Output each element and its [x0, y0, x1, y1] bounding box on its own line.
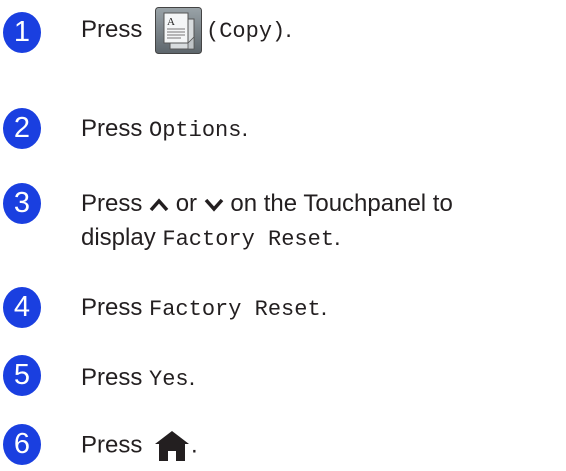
step-2-text: Press Options.	[81, 114, 248, 146]
period: .	[334, 224, 341, 251]
press-label: Press	[81, 364, 143, 391]
period: .	[320, 294, 328, 321]
options-code: Options	[149, 118, 242, 143]
step-number-badge: 6	[3, 424, 41, 465]
step-1-text: Press A (Copy).	[81, 5, 292, 57]
or-label: or	[175, 190, 198, 217]
svg-text:A: A	[167, 16, 175, 28]
copy-label: (Copy)	[206, 19, 286, 44]
step-number-badge: 3	[3, 183, 41, 224]
yes-code: Yes	[149, 367, 189, 392]
factory-reset-code: Factory Reset	[149, 297, 321, 322]
copy-icon: A	[155, 7, 203, 55]
step-4-text: Press Factory Reset.	[81, 293, 327, 325]
chevron-up-icon	[149, 190, 169, 220]
period: .	[241, 115, 249, 142]
step-5: 5 Press Yes.	[0, 355, 566, 405]
period: .	[188, 364, 196, 391]
home-icon	[153, 429, 191, 463]
period: .	[285, 16, 292, 43]
step-3-line-2: display Factory Reset.	[81, 223, 341, 255]
step-6-text: Press .	[81, 429, 198, 463]
step-6: 6 Press .	[0, 424, 566, 471]
step-number-badge: 4	[3, 287, 41, 328]
step-5-text: Press Yes.	[81, 363, 195, 395]
chevron-down-icon	[204, 190, 224, 220]
step-1: 1 Press A (Copy).	[0, 0, 566, 75]
step-4: 4 Press Factory Reset.	[0, 287, 566, 337]
press-label: Press	[81, 115, 143, 142]
touchpanel-text: on the Touchpanel to	[230, 190, 453, 217]
step-2: 2 Press Options.	[0, 108, 566, 158]
step-3: 3 Press or on the Touchpanel to display …	[0, 183, 566, 263]
press-label: Press	[81, 190, 143, 217]
press-label: Press	[81, 294, 143, 321]
step-number-badge: 5	[3, 355, 41, 396]
factory-reset-code: Factory Reset	[162, 227, 335, 252]
period: .	[191, 431, 198, 459]
display-label: display	[81, 224, 156, 251]
press-label: Press	[81, 16, 143, 43]
step-number-badge: 1	[3, 12, 41, 53]
step-number-badge: 2	[3, 108, 41, 149]
press-label: Press	[81, 431, 143, 459]
step-3-line-1: Press or on the Touchpanel to	[81, 189, 453, 220]
